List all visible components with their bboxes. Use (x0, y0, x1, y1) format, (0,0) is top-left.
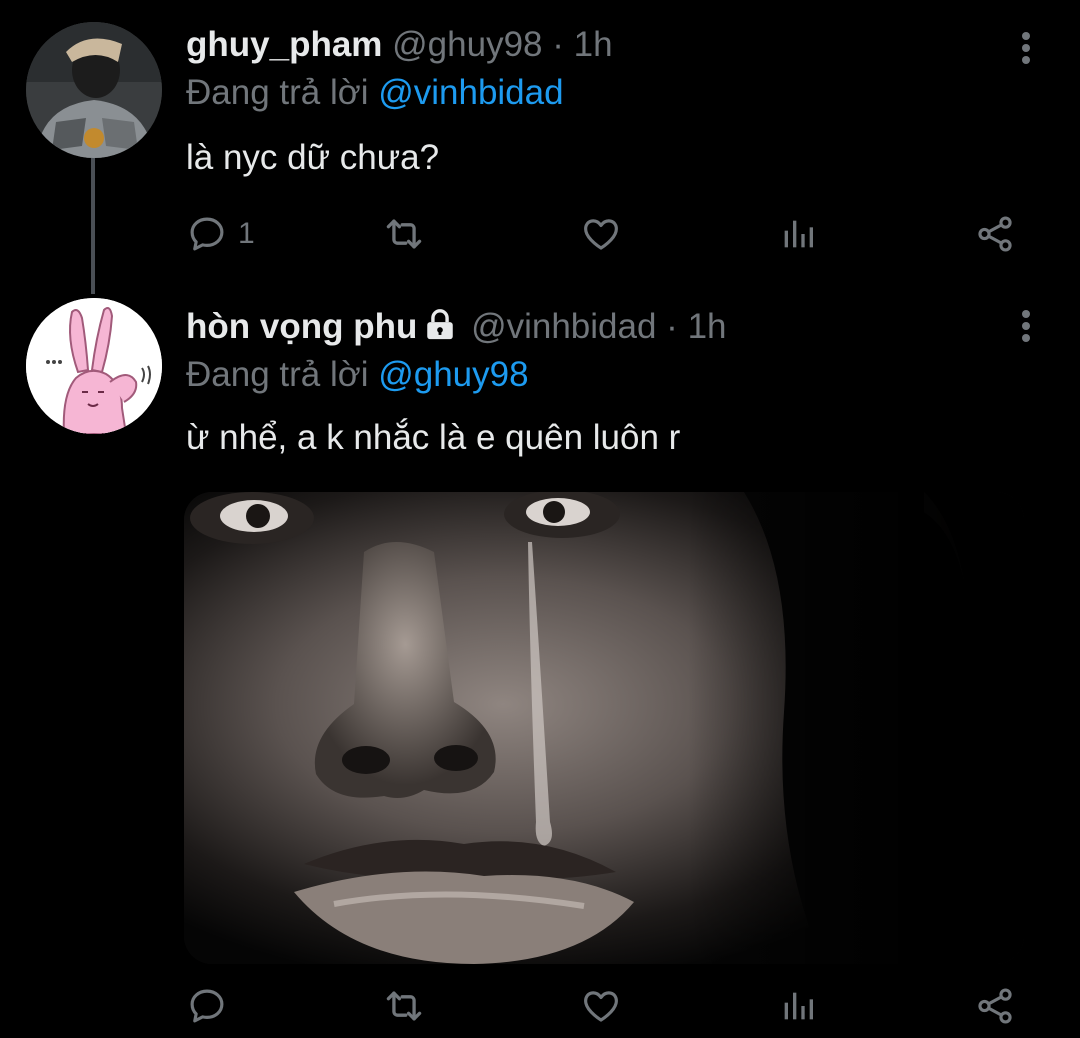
analytics-icon (784, 992, 813, 1020)
replying-to-label: Đang trả lời (186, 355, 369, 394)
action-bar (186, 982, 1026, 1030)
display-name[interactable]: hòn vọng phu (186, 307, 417, 346)
avatar[interactable] (26, 22, 162, 158)
lock-icon (427, 309, 454, 340)
separator-dot: · (552, 25, 564, 64)
more-vertical-icon[interactable] (1016, 28, 1036, 68)
share-button[interactable] (974, 982, 1016, 1030)
replying-to: Đang trả lời @vinhbidad (186, 70, 564, 116)
action-bar: 1 (186, 210, 1026, 258)
analytics-button[interactable] (778, 982, 818, 1030)
separator-dot: · (666, 307, 678, 346)
avatar[interactable] (26, 298, 162, 434)
tweet[interactable]: ghuy_pham @ghuy98 · 1h Đang trả lời @vin… (0, 0, 1080, 294)
reply-count: 1 (238, 217, 255, 250)
heart-icon (584, 991, 618, 1022)
tweet[interactable]: hòn vọng phu @vinhbidad · 1h Đang trả lờ… (0, 290, 1080, 1038)
user-handle[interactable]: @vinhbidad (471, 307, 656, 346)
comment-icon (190, 217, 224, 251)
tweet-header: hòn vọng phu @vinhbidad · 1h (186, 302, 727, 352)
analytics-button[interactable] (778, 210, 818, 258)
retweet-icon (386, 219, 422, 249)
like-button[interactable] (580, 210, 622, 258)
retweet-icon (386, 991, 422, 1021)
analytics-icon (784, 220, 813, 248)
heart-icon (584, 219, 618, 250)
timestamp[interactable]: 1h (574, 25, 613, 64)
tweet-header: ghuy_pham @ghuy98 · 1h (186, 20, 613, 70)
tweet-text: ừ nhể, a k nhắc là e quên luôn r (186, 418, 681, 457)
comment-icon (190, 989, 224, 1023)
share-icon (978, 216, 1012, 252)
tweet-image[interactable] (184, 492, 1024, 964)
replying-to-label: Đang trả lời (186, 73, 369, 112)
share-icon (978, 988, 1012, 1024)
display-name[interactable]: ghuy_pham (186, 25, 382, 64)
retweet-button[interactable] (382, 982, 426, 1030)
timestamp[interactable]: 1h (688, 307, 727, 346)
retweet-button[interactable] (382, 210, 426, 258)
user-handle[interactable]: @ghuy98 (392, 25, 542, 64)
reply-button[interactable] (186, 982, 238, 1030)
thread-connector (91, 158, 95, 294)
more-vertical-icon[interactable] (1016, 306, 1036, 346)
reply-button[interactable]: 1 (186, 210, 255, 258)
share-button[interactable] (974, 210, 1016, 258)
replying-to: Đang trả lời @ghuy98 (186, 352, 529, 398)
replying-to-handle[interactable]: @ghuy98 (378, 355, 528, 394)
replying-to-handle[interactable]: @vinhbidad (378, 73, 563, 112)
tweet-text: là nyc dữ chưa? (186, 138, 440, 177)
like-button[interactable] (580, 982, 622, 1030)
